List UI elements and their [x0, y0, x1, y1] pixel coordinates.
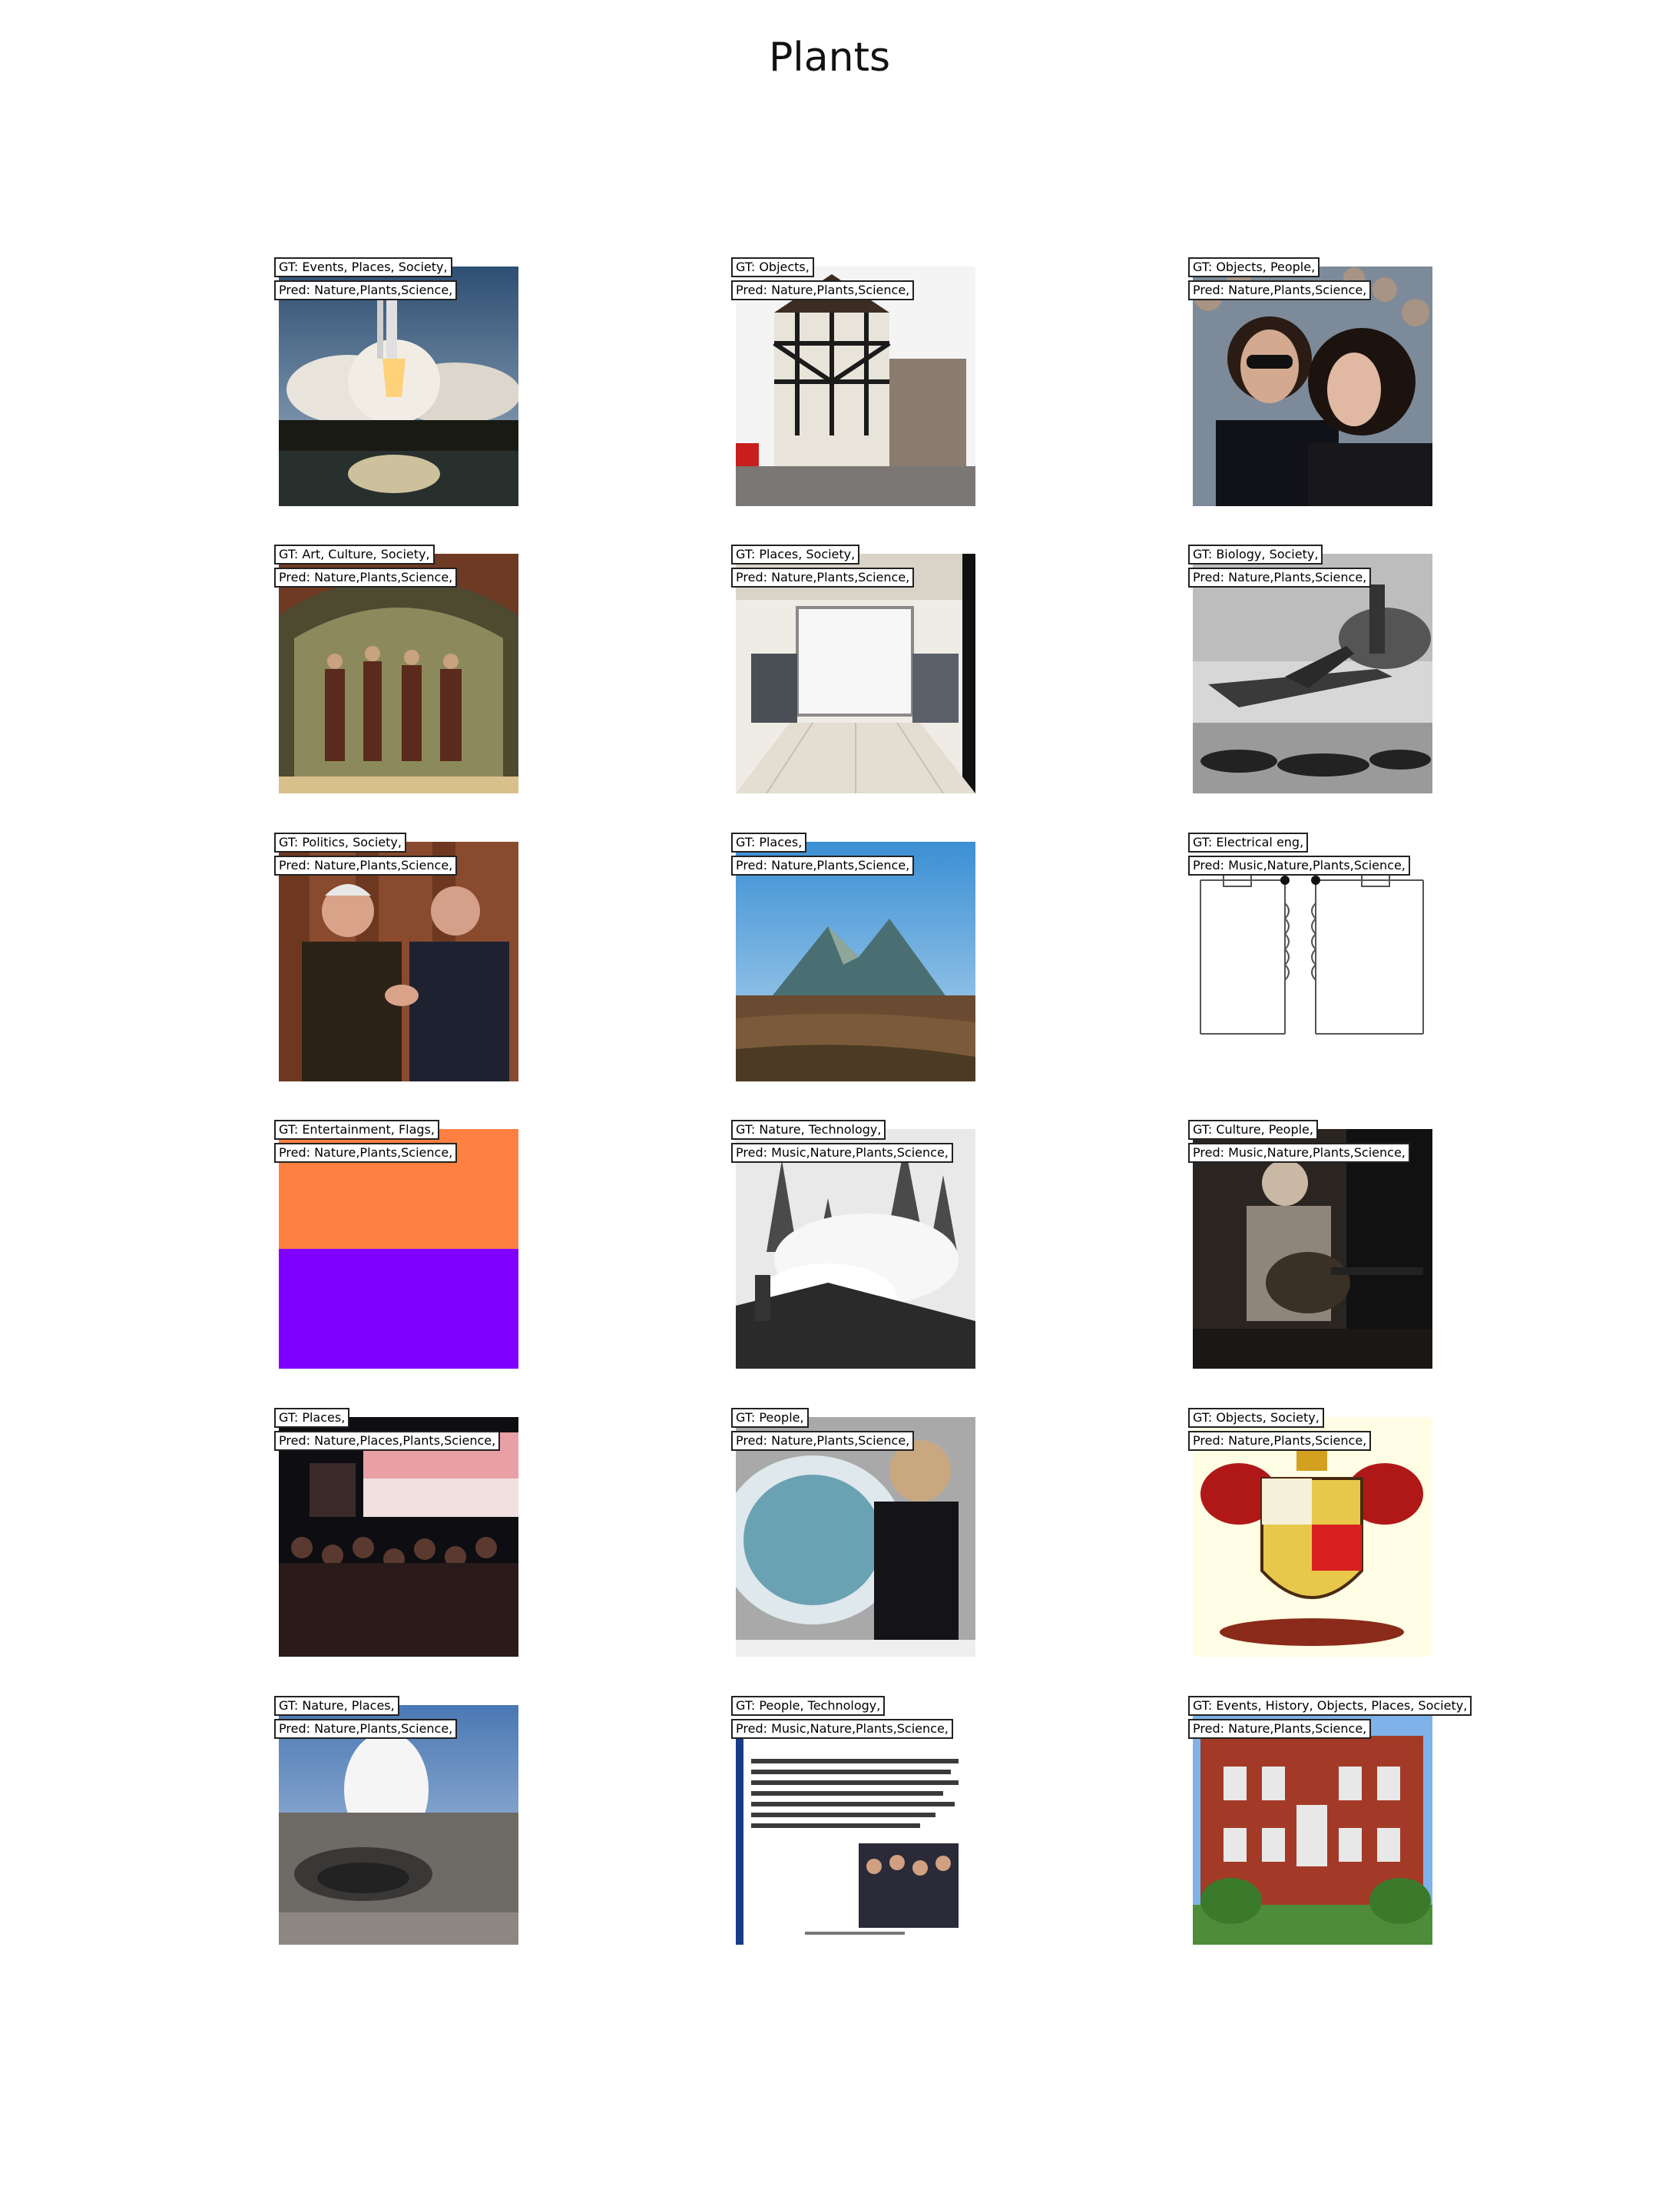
sample-image [279, 842, 518, 1081]
prediction-label: Pred: Nature,Plants,Science, [731, 568, 915, 588]
sample-image [736, 267, 975, 506]
grid-cell: GT: Places, Pred: Nature,Places,Plants,Sc… [274, 1408, 518, 1657]
sample-image [279, 1417, 518, 1657]
ground-truth-label: GT: Electrical eng, [1188, 833, 1309, 853]
prediction-label: Pred: Nature,Plants,Science, [274, 856, 458, 876]
sample-image [279, 1129, 518, 1369]
grid-cell: GT: Objects, Pred: Nature,Plants,Science, [731, 257, 975, 506]
prediction-label: Pred: Nature,Plants,Science, [731, 1431, 915, 1451]
sample-image [279, 554, 518, 793]
sample-image [1193, 842, 1432, 1081]
sample-image [736, 842, 975, 1081]
ground-truth-label: GT: Places, [731, 833, 807, 853]
grid-cell: GT: People, Pred: Nature,Plants,Science, [731, 1408, 975, 1657]
prediction-label: Pred: Music,Nature,Plants,Science, [731, 1719, 953, 1739]
grid-cell: GT: Nature, Places, Pred: Nature,Plants,S… [274, 1696, 518, 1945]
prediction-label: Pred: Nature,Plants,Science, [1188, 1719, 1372, 1739]
ground-truth-label: GT: Objects, [731, 257, 814, 277]
ground-truth-label: GT: Art, Culture, Society, [274, 545, 435, 565]
ground-truth-label: GT: Objects, People, [1188, 257, 1320, 277]
prediction-label: Pred: Nature,Plants,Science, [274, 280, 458, 300]
sample-image [1193, 1129, 1432, 1369]
grid-cell: GT: Objects, People, Pred: Nature,Plants,… [1188, 257, 1432, 506]
grid-cell: GT: Art, Culture, Society, Pred: Nature,P… [274, 545, 518, 793]
sample-image [279, 267, 518, 506]
prediction-label: Pred: Nature,Plants,Science, [731, 856, 915, 876]
prediction-label: Pred: Nature,Plants,Science, [1188, 1431, 1372, 1451]
ground-truth-label: GT: Culture, People, [1188, 1120, 1318, 1140]
ground-truth-label: GT: Biology, Society, [1188, 545, 1323, 565]
ground-truth-label: GT: Entertainment, Flags, [274, 1120, 439, 1140]
prediction-label: Pred: Nature,Places,Plants,Science, [274, 1431, 501, 1451]
sample-image [736, 1129, 975, 1369]
prediction-label: Pred: Nature,Plants,Science, [1188, 280, 1372, 300]
sample-image [1193, 1705, 1432, 1945]
sample-image [1193, 267, 1432, 506]
ground-truth-label: GT: Nature, Technology, [731, 1120, 886, 1140]
sample-image [1193, 1417, 1432, 1657]
prediction-label: Pred: Nature,Plants,Science, [274, 1719, 458, 1739]
prediction-label: Pred: Music,Nature,Plants,Science, [1188, 856, 1410, 876]
prediction-label: Pred: Nature,Plants,Science, [274, 568, 458, 588]
sample-image [736, 554, 975, 793]
ground-truth-label: GT: Objects, Society, [1188, 1408, 1324, 1428]
prediction-label: Pred: Nature,Plants,Science, [274, 1143, 458, 1163]
sample-image [279, 1705, 518, 1945]
ground-truth-label: GT: Events, Places, Society, [274, 257, 452, 277]
grid-cell: GT: Biology, Society, Pred: Nature,Plants… [1188, 545, 1432, 793]
ground-truth-label: GT: Events, History, Objects, Places, So… [1188, 1696, 1472, 1716]
sample-image [1193, 554, 1432, 793]
ground-truth-label: GT: Places, [274, 1408, 350, 1428]
prediction-label: Pred: Music,Nature,Plants,Science, [1188, 1143, 1410, 1163]
grid-cell: GT: People, Technology, Pred: Music,Natur… [731, 1696, 975, 1945]
grid-cell: GT: Objects, Society, Pred: Nature,Plants… [1188, 1408, 1432, 1657]
grid-cell: GT: Nature, Technology, Pred: Music,Natur… [731, 1120, 975, 1369]
grid-cell: GT: Politics, Society, Pred: Nature,Plant… [274, 833, 518, 1081]
ground-truth-label: GT: Places, Society, [731, 545, 860, 565]
sample-image [736, 1705, 975, 1945]
prediction-label: Pred: Music,Nature,Plants,Science, [731, 1143, 953, 1163]
grid-cell: GT: Events, History, Objects, Places, So… [1188, 1696, 1472, 1945]
ground-truth-label: GT: People, Technology, [731, 1696, 886, 1716]
grid-cell: GT: Events, Places, Society, Pred: Nature… [274, 257, 518, 506]
ground-truth-label: GT: Politics, Society, [274, 833, 406, 853]
grid-cell: GT: Culture, People, Pred: Music,Nature,P… [1188, 1120, 1432, 1369]
grid-cell: GT: Entertainment, Flags, Pred: Nature,Pl… [274, 1120, 518, 1369]
prediction-label: Pred: Nature,Plants,Science, [1188, 568, 1372, 588]
sample-image [736, 1417, 975, 1657]
ground-truth-label: GT: People, [731, 1408, 809, 1428]
grid-cell: GT: Electrical eng, Pred: Music,Nature,Pl… [1188, 833, 1432, 1081]
grid-cell: GT: Places, Society, Pred: Nature,Plants,… [731, 545, 975, 793]
ground-truth-label: GT: Nature, Places, [274, 1696, 399, 1716]
grid-cell: GT: Places, Pred: Nature,Plants,Science, [731, 833, 975, 1081]
prediction-label: Pred: Nature,Plants,Science, [731, 280, 915, 300]
image-grid: GT: Events, Places, Society, Pred: Nature… [0, 0, 1659, 2212]
